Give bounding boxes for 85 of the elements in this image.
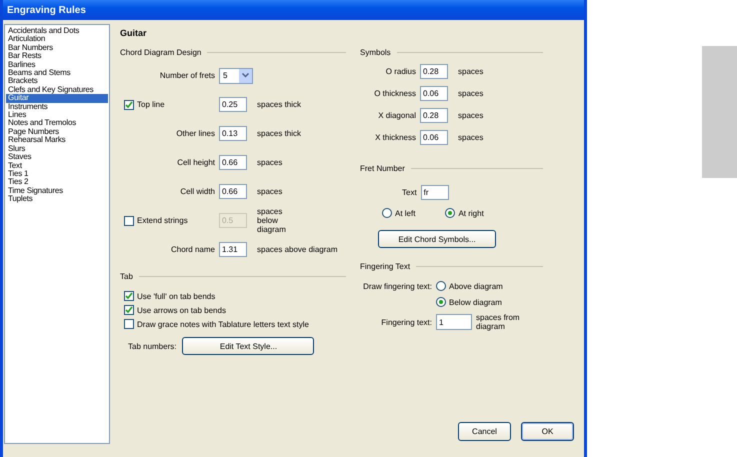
- list-item[interactable]: Slurs: [6, 144, 108, 154]
- field-label: Text: [402, 188, 417, 197]
- list-item[interactable]: Instruments: [6, 102, 108, 112]
- list-item[interactable]: Ties 2: [6, 178, 108, 187]
- field-label: O radius: [384, 66, 416, 78]
- list-item[interactable]: Barlines: [6, 60, 108, 70]
- window-title: Engraving Rules: [3, 0, 584, 20]
- radio-button[interactable]: [436, 297, 446, 307]
- list-item[interactable]: Beams and Stems: [6, 69, 108, 78]
- input-field[interactable]: fr: [420, 185, 449, 200]
- edit-chord-symbols-button[interactable]: Edit Chord Symbols...: [378, 230, 496, 248]
- checkbox-label[interactable]: Use 'full' on tab bends: [137, 292, 216, 300]
- group-heading: Fingering Text: [360, 262, 410, 271]
- input-field[interactable]: 0.66: [219, 184, 247, 199]
- group-heading: Tab: [120, 272, 133, 281]
- field-label: Cell width: [179, 186, 215, 198]
- checkbox-label[interactable]: Top line: [137, 100, 165, 109]
- checkbox-label[interactable]: Use arrows on tab bends: [137, 306, 226, 314]
- checkbox[interactable]: [124, 291, 134, 301]
- input-field[interactable]: 0.06: [420, 86, 448, 100]
- list-item[interactable]: Staves: [6, 153, 108, 162]
- edit-text-style-button[interactable]: Edit Text Style...: [182, 337, 314, 355]
- field-label: Fingering text:: [381, 318, 432, 326]
- field-label: X thickness: [374, 132, 416, 144]
- field-label: X diagonal: [377, 110, 416, 122]
- list-item[interactable]: Time Signatures: [6, 186, 108, 196]
- unit-label: spaces thick: [257, 100, 302, 109]
- unit-label: spaces: [458, 110, 484, 120]
- radio-label[interactable]: Below diagram: [449, 298, 502, 306]
- radio-label[interactable]: At left: [395, 208, 416, 218]
- list-item[interactable]: Notes and Tremolos: [6, 119, 108, 128]
- list-item[interactable]: Bar Numbers: [6, 44, 108, 52]
- radio-button[interactable]: [445, 208, 456, 218]
- dialog-button[interactable]: OK: [521, 422, 574, 441]
- list-item[interactable]: Guitar: [6, 94, 108, 103]
- list-item[interactable]: Clefs and Key Signatures: [6, 86, 108, 94]
- field-label: Other lines: [175, 128, 215, 140]
- unit-label: spaces below diagram: [257, 207, 287, 234]
- input-field[interactable]: 0.25: [219, 97, 247, 112]
- list-item[interactable]: Accidentals and Dots: [6, 27, 108, 36]
- input-field[interactable]: 0.06: [420, 130, 448, 144]
- checkbox[interactable]: [124, 100, 134, 110]
- checkbox-label[interactable]: Draw grace notes with Tablature letters text style: [137, 320, 309, 328]
- list-item[interactable]: Ties 1: [6, 170, 108, 178]
- unit-label: spaces: [458, 66, 484, 76]
- input-field[interactable]: 0.66: [219, 155, 247, 170]
- list-item[interactable]: Lines: [6, 111, 108, 120]
- unit-label: spaces: [458, 132, 484, 142]
- checkbox[interactable]: [124, 305, 134, 315]
- frets-dropdown[interactable]: 5: [219, 68, 253, 84]
- checkbox[interactable]: [124, 319, 134, 329]
- input-field[interactable]: 1: [436, 314, 472, 330]
- field-label: Tab numbers:: [128, 342, 176, 350]
- list-item[interactable]: Brackets: [6, 77, 108, 86]
- radio-label[interactable]: At right: [458, 208, 484, 218]
- unit-label: spaces above diagram: [257, 245, 338, 254]
- field-label: Draw fingering text:: [363, 282, 432, 290]
- field-label: Cell height: [176, 157, 215, 169]
- unit-label: spaces: [257, 187, 282, 196]
- radio-label[interactable]: Above diagram: [449, 282, 503, 290]
- unit-label: spaces from diagram: [476, 313, 521, 331]
- input-field[interactable]: 0.13: [219, 126, 247, 141]
- page-title: Guitar: [120, 28, 148, 38]
- unit-label: spaces: [257, 158, 282, 167]
- radio-button[interactable]: [382, 208, 392, 218]
- list-item[interactable]: Tuplets: [6, 195, 108, 204]
- list-item[interactable]: Rehearsal Marks: [6, 136, 108, 145]
- list-item[interactable]: Text: [6, 162, 108, 170]
- dialog-button[interactable]: Cancel: [458, 422, 511, 441]
- list-item[interactable]: Page Numbers: [6, 128, 108, 136]
- unit-label: spaces thick: [257, 129, 302, 138]
- input-field[interactable]: 0.28: [420, 64, 448, 78]
- group-heading: Fret Number: [360, 164, 405, 173]
- field-label: Chord name: [170, 244, 215, 256]
- input-field[interactable]: 0.28: [420, 108, 448, 122]
- input-field[interactable]: 1.31: [219, 242, 247, 257]
- unit-label: spaces: [458, 88, 484, 98]
- radio-button[interactable]: [436, 281, 446, 291]
- group-heading: Symbols: [360, 48, 391, 57]
- group-heading: Chord Diagram Design: [120, 48, 202, 57]
- list-item[interactable]: Articulation: [6, 35, 108, 44]
- field-label: O thickness: [373, 88, 416, 100]
- list-item[interactable]: Bar Rests: [6, 52, 108, 61]
- field-label: Number of frets: [158, 70, 215, 82]
- chevron-down-icon: [242, 73, 249, 78]
